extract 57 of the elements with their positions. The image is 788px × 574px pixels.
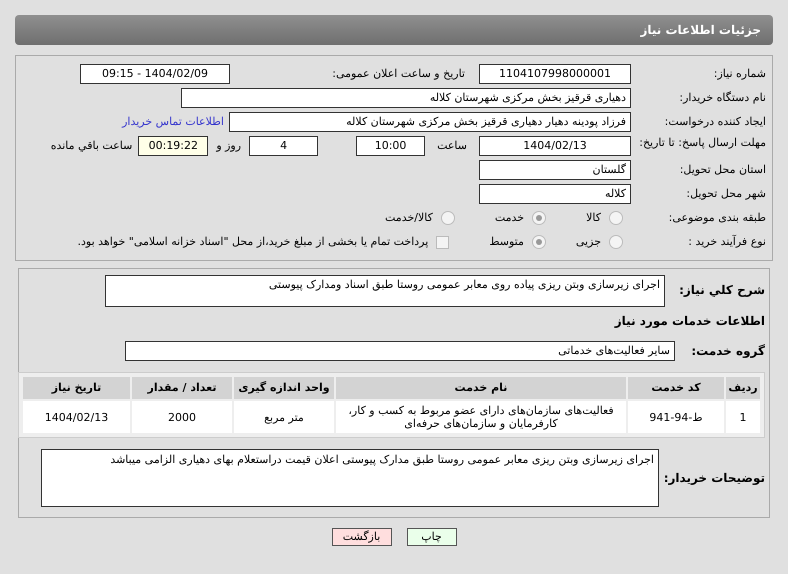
buyer-contact-link[interactable]: اطلاعات تماس خریدار bbox=[122, 114, 224, 130]
text-field[interactable]: 1404/02/09 - 09:15 bbox=[80, 64, 230, 84]
field-label: شرح کلي نياز: bbox=[678, 282, 765, 299]
text-field[interactable]: 1404/02/13 bbox=[479, 136, 631, 156]
payment-note: پرداخت تمام یا بخشی از مبلغ خرید،از محل "اسناد خزانه اسلامی" خواهد بود. bbox=[78, 234, 428, 250]
column-header: تاریخ نیاز bbox=[23, 377, 130, 399]
text-field[interactable]: دهیاری قرقیز بخش مرکزی شهرستان کلاله bbox=[181, 88, 631, 108]
remaining-label: ساعت باقي مانده bbox=[50, 138, 132, 154]
table-cell: 2000 bbox=[132, 401, 232, 433]
radio-button[interactable] bbox=[609, 235, 623, 249]
table-cell: فعالیت‌های سازمان‌های دارای عضو مربوط به کسب و کار، کارفرمایان و سازمان‌های حرفه‌ای bbox=[336, 401, 626, 433]
column-header: ردیف bbox=[726, 377, 760, 399]
table-cell: ط-94-941 bbox=[628, 401, 724, 433]
page-title: جزئیات اطلاعات نیاز bbox=[640, 22, 761, 39]
radio-label: کالا/خدمت bbox=[385, 210, 433, 226]
column-header: کد خدمت bbox=[628, 377, 724, 399]
column-header: تعداد / مقدار bbox=[132, 377, 232, 399]
field-label: طبقه بندی موضوعی: bbox=[668, 210, 766, 226]
column-header: نام خدمت bbox=[336, 377, 626, 399]
text-field[interactable]: 10:00 bbox=[356, 136, 426, 156]
time-label: ساعت bbox=[437, 138, 467, 154]
radio-button[interactable] bbox=[609, 211, 623, 225]
field-label: گروه خدمت: bbox=[690, 343, 765, 360]
radio-label: کالا bbox=[586, 210, 601, 226]
field-label: شهر محل تحویل: bbox=[685, 186, 766, 202]
checkbox[interactable] bbox=[436, 236, 450, 248]
field-label: توضیحات خریدار: bbox=[662, 470, 765, 487]
table-cell: 1 bbox=[726, 401, 760, 433]
radio-label: جزیی bbox=[576, 234, 601, 250]
radio-label: خدمت bbox=[494, 210, 524, 226]
radio-button[interactable] bbox=[440, 211, 455, 225]
days-label: روز و bbox=[216, 138, 242, 154]
field-label: مهلت ارسال پاسخ: تا تاریخ: bbox=[638, 136, 766, 149]
field-label: نوع فرآیند خرید : bbox=[687, 234, 766, 250]
field-label: نام دستگاه خریدار: bbox=[678, 90, 766, 106]
print-button[interactable]: چاپ bbox=[406, 528, 456, 546]
field-label: ایجاد کننده درخواست: bbox=[664, 114, 766, 130]
text-field[interactable]: 00:19:22 bbox=[138, 136, 208, 156]
buyer-notes-textarea[interactable]: اجرای زیرسازی وبتن ریزی معابر عمومی روستا طبق مدارک پیوستی اعلان قیمت دراستعلام بهای دهیاری الزامی میباشد bbox=[41, 449, 659, 507]
field-label: استان محل تحویل: bbox=[678, 162, 766, 178]
text-field[interactable]: گلستان bbox=[479, 160, 631, 180]
radio-button[interactable] bbox=[532, 235, 546, 249]
radio-button[interactable] bbox=[532, 211, 546, 225]
text-field[interactable]: سایر فعالیت‌های خدماتی bbox=[125, 341, 675, 361]
field-label: شماره نیاز: bbox=[712, 66, 766, 82]
field-label: تاریخ و ساعت اعلان عمومی: bbox=[331, 66, 465, 82]
description-textarea[interactable]: اجرای زیرسازی وبتن ریزی پیاده روی معابر عمومی روستا طبق اسناد ومدارک پیوستی bbox=[105, 275, 665, 307]
section-heading: اطلاعات خدمات مورد نیاز bbox=[613, 313, 765, 330]
radio-label: متوسط bbox=[489, 234, 524, 250]
table-cell: 1404/02/13 bbox=[23, 401, 130, 433]
text-field[interactable]: 1104107998000001 bbox=[479, 64, 631, 84]
text-field[interactable]: کلاله bbox=[479, 184, 631, 204]
back-button[interactable]: بازگشت bbox=[332, 528, 392, 546]
text-field[interactable]: فرزاد پودینه دهیار دهیاری قرقیز بخش مرکزی شهرستان کلاله bbox=[229, 112, 631, 132]
text-field[interactable]: 4 bbox=[249, 136, 318, 156]
table-cell: متر مربع bbox=[234, 401, 334, 433]
column-header: واحد اندازه گیری bbox=[234, 377, 334, 399]
